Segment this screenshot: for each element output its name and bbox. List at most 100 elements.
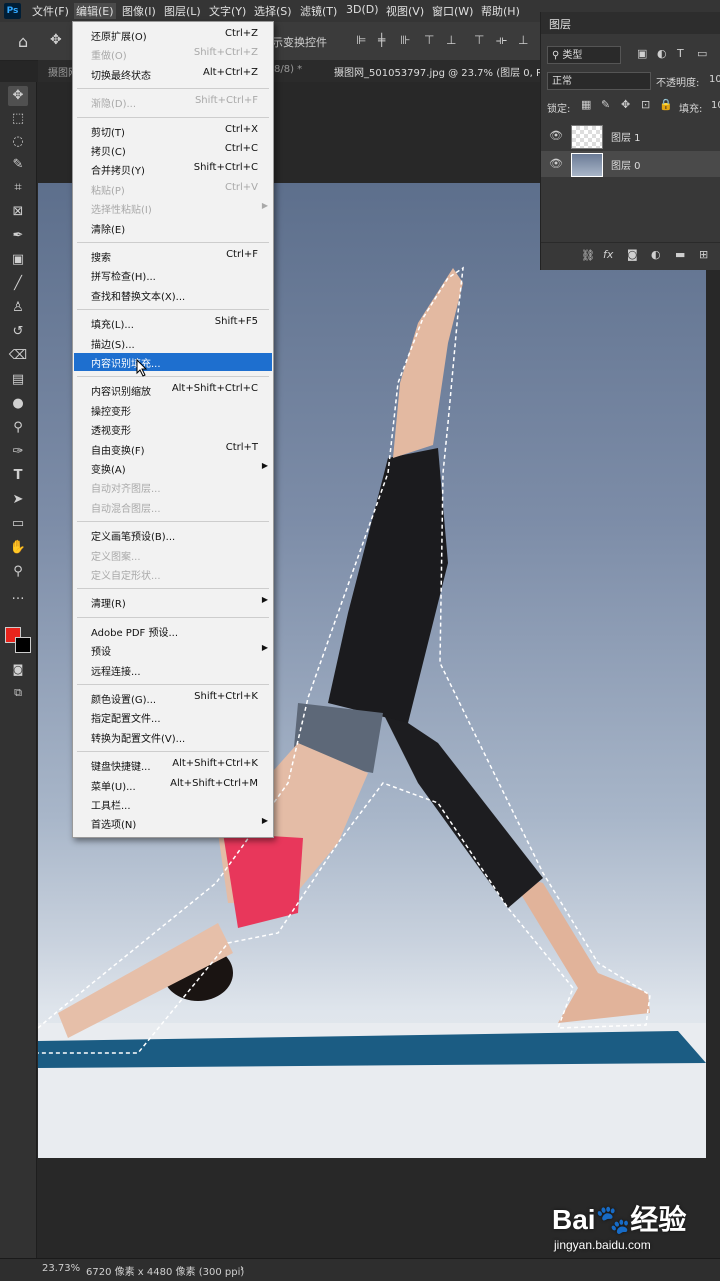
filter-adjustment-icon[interactable]: ◐ <box>657 47 667 60</box>
layer-filter-select[interactable]: ⚲ 类型 <box>547 46 621 64</box>
lock-image-icon[interactable]: ✎ <box>601 98 610 111</box>
dodge-tool-icon[interactable]: ⚲ <box>8 418 28 438</box>
marquee-tool-icon[interactable]: ⬚ <box>8 109 28 129</box>
menu-item[interactable]: 剪切(T) Ctrl+X <box>74 122 272 140</box>
adjustment-layer-icon[interactable]: ◐ <box>651 248 661 261</box>
menu-item[interactable]: 定义图案... <box>74 546 272 564</box>
menu-image[interactable]: 图像(I) <box>122 3 156 19</box>
eyedropper-tool-icon[interactable]: ✒ <box>8 226 28 246</box>
rectangle-tool-icon[interactable]: ▭ <box>8 514 28 534</box>
move-tool-option-icon[interactable]: ✥ <box>50 32 62 48</box>
hand-tool-icon[interactable]: ✋ <box>8 538 28 558</box>
menu-item[interactable]: 合并拷贝(Y) Shift+Ctrl+C <box>74 160 272 178</box>
document-tab[interactable]: 8/8) * <box>274 64 302 75</box>
menu-item[interactable]: 键盘快捷键... Alt+Shift+Ctrl+K <box>74 756 272 774</box>
menu-item[interactable]: 定义自定形状... <box>74 565 272 583</box>
menu-type[interactable]: 文字(Y) <box>209 3 246 19</box>
menu-file[interactable]: 文件(F) <box>32 3 69 19</box>
menu-item[interactable]: 自动对齐图层... <box>74 478 272 496</box>
history-brush-tool-icon[interactable]: ↺ <box>8 322 28 342</box>
quick-selection-tool-icon[interactable]: ✎ <box>8 155 28 175</box>
menu-item[interactable]: 首选项(N) ▶ <box>74 814 272 832</box>
move-tool-icon[interactable]: ✥ <box>8 86 28 106</box>
distribute-top-icon[interactable]: ⊤ <box>474 33 484 47</box>
layer-row-selected[interactable]: 👁 图层 0 <box>541 151 720 177</box>
menu-item[interactable]: 工具栏... <box>74 795 272 813</box>
link-layers-icon[interactable]: ⛓ <box>581 249 595 262</box>
menu-item[interactable]: 自动混合图层... <box>74 498 272 516</box>
document-tab-active[interactable]: 摄图网_501053797.jpg @ 23.7% (图层 0, R <box>334 64 543 79</box>
status-arrow-icon[interactable]: › <box>240 1263 244 1274</box>
lasso-tool-icon[interactable]: ◌ <box>8 132 28 152</box>
menu-item[interactable]: 重做(O) Shift+Ctrl+Z <box>74 45 272 63</box>
menu-item[interactable]: 拼写检查(H)... <box>74 266 272 284</box>
menu-item[interactable]: 指定配置文件... <box>74 708 272 726</box>
menu-item[interactable]: 自由变换(F) Ctrl+T <box>74 440 272 458</box>
menu-edit[interactable]: 编辑(E) <box>74 3 116 19</box>
menu-item[interactable]: 描边(S)... <box>74 334 272 352</box>
home-icon[interactable]: ⌂ <box>18 32 28 51</box>
menu-item[interactable]: 选择性粘贴(I) ▶ <box>74 199 272 217</box>
brush-tool-icon[interactable]: ╱ <box>8 274 28 294</box>
distribute-bottom-icon[interactable]: ⊥ <box>518 33 528 47</box>
menu-item[interactable]: 透视变形 <box>74 420 272 438</box>
lock-artboard-icon[interactable]: ⊡ <box>641 98 650 111</box>
layer-style-fx-icon[interactable]: fx <box>603 248 613 261</box>
path-selection-tool-icon[interactable]: ➤ <box>8 490 28 510</box>
background-color-swatch[interactable] <box>15 637 31 653</box>
menu-select[interactable]: 选择(S) <box>254 3 292 19</box>
quick-mask-icon[interactable]: ◙ <box>8 660 28 680</box>
menu-item[interactable]: 渐隐(D)... Shift+Ctrl+F <box>74 93 272 111</box>
layers-tab[interactable]: 图层 <box>549 16 571 32</box>
zoom-tool-icon[interactable]: ⚲ <box>8 562 28 582</box>
clone-stamp-tool-icon[interactable]: ♙ <box>8 298 28 318</box>
filter-type-icon[interactable]: T <box>677 47 684 60</box>
layer-row[interactable]: 👁 图层 1 <box>541 123 720 149</box>
blur-tool-icon[interactable]: ● <box>8 394 28 414</box>
menu-view[interactable]: 视图(V) <box>386 3 424 19</box>
more-tools-icon[interactable]: … <box>8 586 28 606</box>
visibility-eye-icon[interactable]: 👁 <box>549 129 563 142</box>
align-middle-icon[interactable]: ⊥ <box>446 33 456 47</box>
menu-3d[interactable]: 3D(D) <box>346 3 379 16</box>
blend-mode-select[interactable]: 正常 <box>547 72 651 90</box>
menu-item[interactable]: 清理(R) ▶ <box>74 593 272 611</box>
align-right-icon[interactable]: ⊪ <box>400 33 410 47</box>
menu-window[interactable]: 窗口(W) <box>432 3 473 19</box>
filter-pixel-icon[interactable]: ▣ <box>637 47 647 60</box>
menu-item[interactable]: 颜色设置(G)... Shift+Ctrl+K <box>74 689 272 707</box>
menu-item[interactable]: 还原扩展(O) Ctrl+Z <box>74 26 272 44</box>
menu-item[interactable]: 远程连接... <box>74 661 272 679</box>
menu-item[interactable]: 清除(E) <box>74 219 272 237</box>
show-transform-controls-label[interactable]: 示变换控件 <box>272 34 327 50</box>
menu-item[interactable]: 菜单(U)... Alt+Shift+Ctrl+M <box>74 776 272 794</box>
healing-brush-tool-icon[interactable]: ▣ <box>8 250 28 270</box>
menu-item[interactable]: 预设 ▶ <box>74 641 272 659</box>
pen-tool-icon[interactable]: ✑ <box>8 442 28 462</box>
menu-item[interactable]: 操控变形 <box>74 401 272 419</box>
align-left-icon[interactable]: ⊫ <box>356 33 366 47</box>
menu-item[interactable]: 搜索 Ctrl+F <box>74 247 272 265</box>
menu-item-content-aware-fill[interactable]: 内容识别填充... <box>74 353 272 371</box>
align-center-icon[interactable]: ╪ <box>378 33 385 47</box>
visibility-eye-icon[interactable]: 👁 <box>549 157 563 170</box>
menu-item[interactable]: 粘贴(P) Ctrl+V <box>74 180 272 198</box>
eraser-tool-icon[interactable]: ⌫ <box>8 346 28 366</box>
screen-mode-icon[interactable]: ⧉ <box>8 683 28 703</box>
crop-tool-icon[interactable]: ⌗ <box>8 178 28 198</box>
lock-position-icon[interactable]: ✥ <box>621 98 630 111</box>
menu-item[interactable]: 转换为配置文件(V)... <box>74 728 272 746</box>
menu-item[interactable]: 内容识别缩放 Alt+Shift+Ctrl+C <box>74 381 272 399</box>
menu-item[interactable]: 切换最终状态 Alt+Ctrl+Z <box>74 65 272 83</box>
menu-item[interactable]: 填充(L)... Shift+F5 <box>74 314 272 332</box>
lock-transparent-icon[interactable]: ▦ <box>581 98 591 111</box>
zoom-level[interactable]: 23.73% <box>42 1263 80 1274</box>
frame-tool-icon[interactable]: ⊠ <box>8 202 28 222</box>
menu-item[interactable]: 查找和替换文本(X)... <box>74 286 272 304</box>
new-group-icon[interactable]: ▬ <box>675 248 685 261</box>
distribute-middle-icon[interactable]: ⟛ <box>496 33 507 48</box>
menu-filter[interactable]: 滤镜(T) <box>300 3 337 19</box>
filter-shape-icon[interactable]: ▭ <box>697 47 707 60</box>
type-tool-icon[interactable]: T <box>8 466 28 486</box>
align-top-icon[interactable]: ⊤ <box>424 33 434 47</box>
